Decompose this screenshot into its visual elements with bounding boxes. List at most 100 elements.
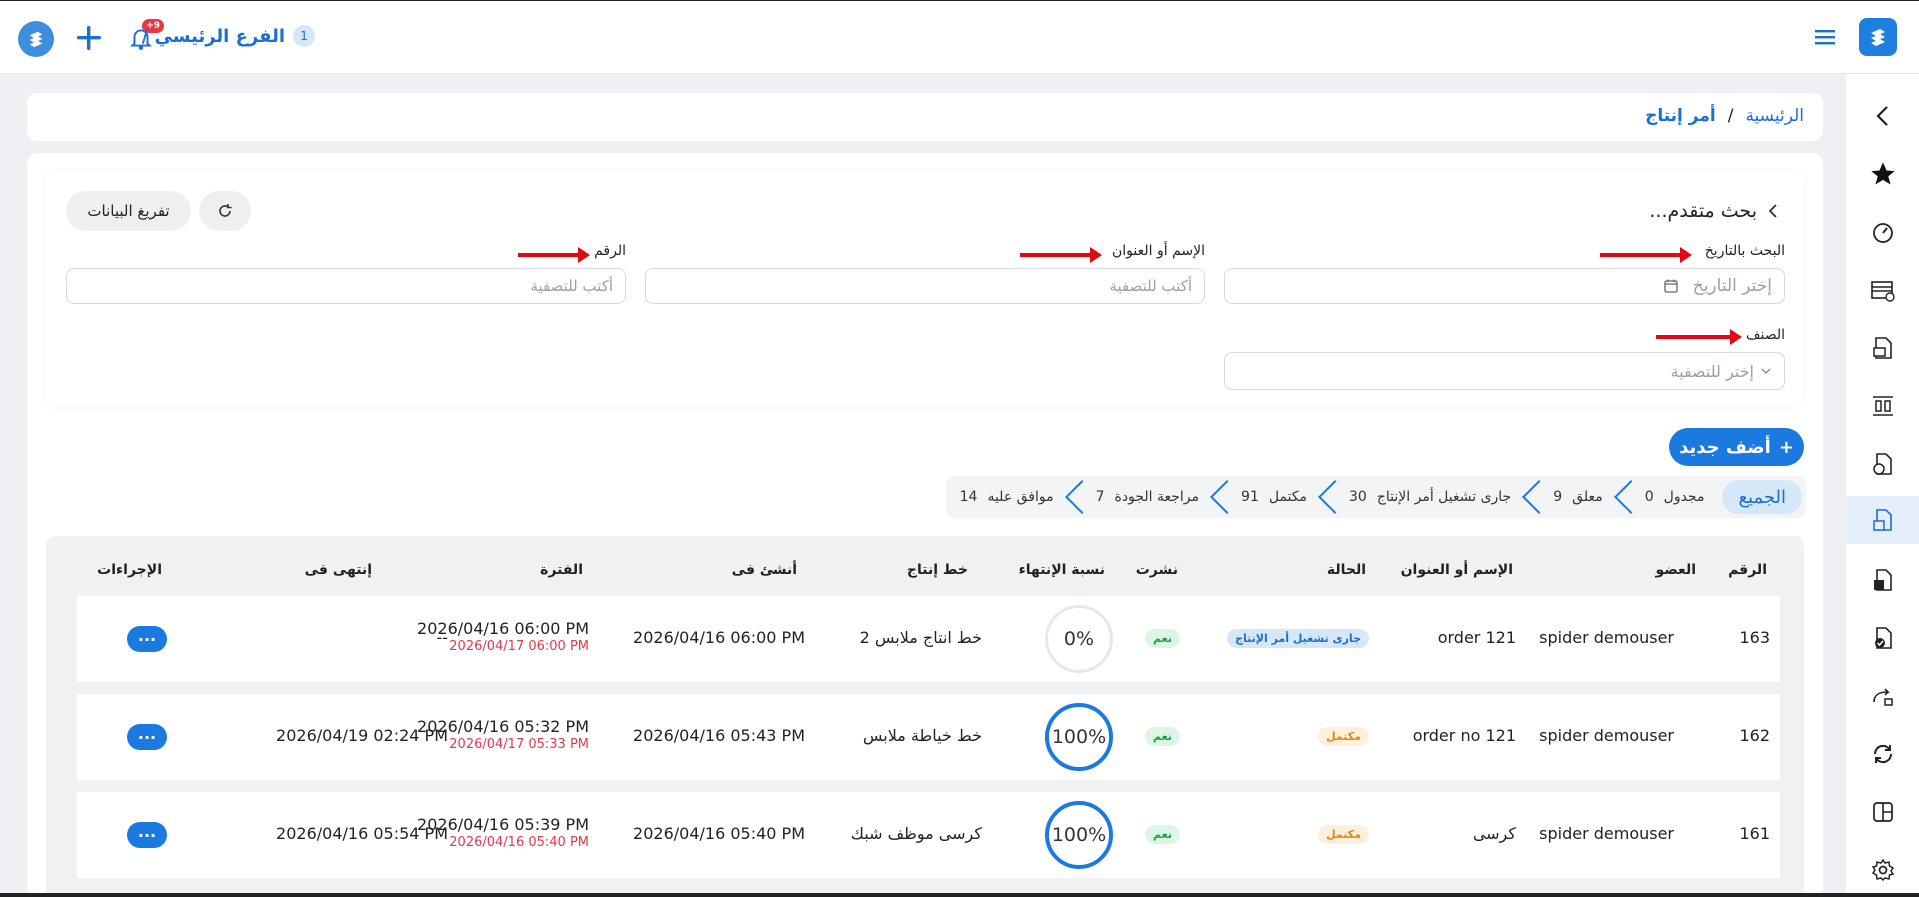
row-member: spider demouser bbox=[1539, 824, 1674, 843]
breadcrumb-current: أمر إنتاج bbox=[1645, 106, 1716, 126]
row-name[interactable]: order 121 bbox=[1438, 628, 1516, 647]
columns-icon[interactable] bbox=[1846, 386, 1919, 426]
date-search-label: البحث بالتاريخ bbox=[1704, 243, 1785, 259]
date-filter-input[interactable]: إختر التاريخ bbox=[1224, 268, 1785, 304]
document-briefcase-icon[interactable] bbox=[1846, 328, 1919, 368]
published-badge: نعم bbox=[1145, 825, 1180, 844]
document-check-icon[interactable] bbox=[1846, 618, 1919, 658]
annotation-arrow bbox=[1656, 329, 1742, 345]
row-number: 162 bbox=[1739, 726, 1770, 745]
tab-separator-chevron bbox=[1213, 476, 1227, 518]
row-created: 2026/04/16 05:43 PM bbox=[633, 726, 805, 745]
status-tabs: الجميع مجدول 0 معلق 9 جارى تشغيل أمر الإنت… bbox=[945, 476, 1806, 518]
tab-quality-review[interactable]: مراجعة الجودة 7 bbox=[1082, 476, 1213, 518]
tab-all[interactable]: الجميع bbox=[1722, 480, 1802, 514]
row-ended: 2026/04/16 05:54 PM bbox=[276, 824, 448, 843]
tab-approved[interactable]: موافق عليه 14 bbox=[946, 476, 1068, 518]
company-logo bbox=[18, 21, 54, 57]
table-row[interactable]: 161 spider demouser كرسى مكتمل نعم 100% … bbox=[77, 792, 1780, 878]
row-number: 161 bbox=[1739, 824, 1770, 843]
row-period-end: 2026/04/17 05:33 PM bbox=[449, 737, 589, 752]
completion-progress-ring: 100% bbox=[1045, 703, 1113, 771]
box-document-icon[interactable] bbox=[1846, 560, 1919, 600]
table-row[interactable]: 163 spider demouser order 121 جارى تشغيل… bbox=[77, 596, 1780, 682]
production-order-icon[interactable] bbox=[1846, 496, 1919, 544]
col-period: الفترة bbox=[540, 562, 583, 578]
col-created: أنشئ فى bbox=[731, 562, 797, 578]
clear-data-button[interactable]: تفريغ البيانات bbox=[66, 191, 191, 231]
number-filter-input[interactable]: أكتب للتصفية bbox=[66, 268, 626, 304]
col-ended: إنتهى فى bbox=[304, 562, 372, 578]
status-badge: مكتمل bbox=[1318, 825, 1369, 844]
row-actions-button[interactable]: ··· bbox=[127, 626, 167, 652]
status-badge: جارى تشغيل أمر الإنتاج bbox=[1227, 629, 1369, 648]
col-actions: الإجراءات bbox=[97, 562, 162, 578]
breadcrumb: الرئيسية / أمر إنتاج bbox=[1645, 106, 1804, 126]
row-name[interactable]: كرسى bbox=[1473, 824, 1516, 843]
row-number: 163 bbox=[1739, 628, 1770, 647]
dashboard-gauge-icon[interactable] bbox=[1846, 212, 1919, 252]
date-placeholder: إختر التاريخ bbox=[1692, 276, 1772, 296]
row-created: 2026/04/16 05:40 PM bbox=[633, 824, 805, 843]
sidebar bbox=[1846, 74, 1919, 897]
row-name[interactable]: order no 121 bbox=[1413, 726, 1516, 745]
branch-number: 1 bbox=[293, 25, 315, 47]
tab-running[interactable]: جارى تشغيل أمر الإنتاج 30 bbox=[1335, 476, 1525, 518]
plus-icon: + bbox=[1778, 436, 1794, 458]
top-bar: +9 1 الفرع الرئيسي / bbox=[0, 0, 1919, 74]
col-production-line: خط إنتاج bbox=[906, 562, 968, 578]
annotation-arrow bbox=[518, 247, 590, 263]
completion-progress-ring: 0% bbox=[1045, 605, 1113, 673]
add-icon[interactable] bbox=[72, 21, 106, 59]
row-ended: -- bbox=[436, 628, 448, 647]
breadcrumb-separator: / bbox=[1727, 106, 1734, 126]
tab-separator-chevron bbox=[1321, 476, 1335, 518]
add-new-button[interactable]: + أضف جديد bbox=[1669, 428, 1804, 466]
col-status: الحالة bbox=[1326, 562, 1366, 578]
settings-gear-icon[interactable] bbox=[1846, 850, 1919, 890]
class-filter-select[interactable]: إختر للتصفية bbox=[1224, 352, 1785, 390]
annotation-arrow bbox=[1020, 247, 1102, 263]
star-icon[interactable] bbox=[1846, 154, 1919, 194]
chevron-right-icon bbox=[1768, 204, 1777, 218]
refresh-button[interactable] bbox=[199, 191, 251, 231]
row-period-end: 2026/04/16 05:40 PM bbox=[449, 835, 589, 850]
row-production-line: كرسى موظف شبك bbox=[850, 824, 982, 843]
breadcrumb-home[interactable]: الرئيسية bbox=[1745, 106, 1804, 126]
chevron-down-icon bbox=[1761, 368, 1771, 374]
collapse-chevron-icon[interactable] bbox=[1846, 96, 1919, 136]
published-badge: نعم bbox=[1145, 629, 1180, 648]
branch-selector[interactable]: 1 الفرع الرئيسي / bbox=[142, 25, 315, 47]
table-row[interactable]: 162 spider demouser order no 121 مكتمل ن… bbox=[77, 694, 1780, 780]
row-production-line: خط انتاج ملابس 2 bbox=[859, 628, 982, 647]
col-number: الرقم bbox=[1728, 562, 1767, 578]
number-search-label: الرقم bbox=[594, 243, 626, 259]
tab-separator-chevron bbox=[1525, 476, 1539, 518]
row-actions-button[interactable]: ··· bbox=[127, 724, 167, 750]
breadcrumb-card bbox=[27, 93, 1823, 141]
row-actions-button[interactable]: ··· bbox=[127, 822, 167, 848]
status-badge: مكتمل bbox=[1318, 727, 1369, 746]
refresh-icon bbox=[219, 204, 232, 217]
advanced-search-title: بحث متقدم... bbox=[1649, 200, 1757, 222]
col-name: الإسم أو العنوان bbox=[1400, 562, 1513, 578]
advanced-search-toggle[interactable]: بحث متقدم... bbox=[1649, 200, 1779, 222]
document-exchange-icon[interactable] bbox=[1846, 444, 1919, 484]
layout-grid-icon[interactable] bbox=[1846, 792, 1919, 832]
name-filter-input[interactable]: أكتب للتصفية bbox=[645, 268, 1205, 304]
col-published: نشرت bbox=[1135, 562, 1178, 578]
store-icon[interactable] bbox=[1846, 270, 1919, 310]
bottom-edge bbox=[0, 893, 1919, 897]
row-member: spider demouser bbox=[1539, 628, 1674, 647]
refresh-cycle-icon[interactable] bbox=[1846, 734, 1919, 774]
transfer-icon[interactable] bbox=[1846, 676, 1919, 716]
annotation-arrow bbox=[1600, 247, 1692, 263]
col-completion: نسبة الإنتهاء bbox=[1018, 562, 1105, 578]
add-new-label: أضف جديد bbox=[1679, 436, 1771, 458]
menu-icon[interactable] bbox=[1815, 28, 1837, 50]
app-logo[interactable] bbox=[1859, 18, 1897, 56]
row-production-line: خط خياطة ملابس bbox=[862, 726, 982, 745]
tab-separator-chevron bbox=[1068, 476, 1082, 518]
branch-label: الفرع الرئيسي / bbox=[141, 25, 285, 47]
calendar-icon bbox=[1664, 279, 1678, 293]
